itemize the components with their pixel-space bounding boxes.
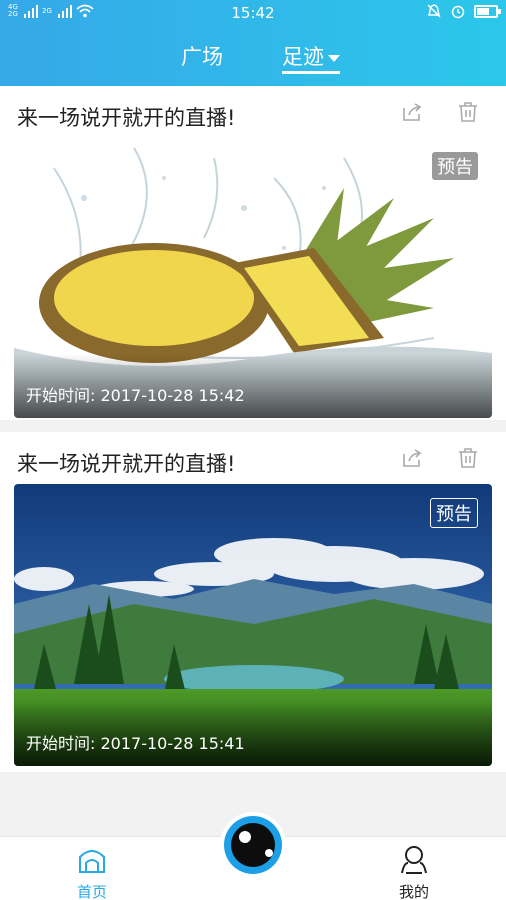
nav-mine[interactable]: 我的 [374, 845, 454, 900]
home-icon [79, 850, 105, 873]
start-time-label: 开始时间: 2017-10-28 15:41 [26, 734, 245, 753]
trash-icon[interactable] [456, 446, 480, 470]
share-icon[interactable] [400, 100, 424, 124]
profile-icon [401, 846, 427, 874]
share-icon[interactable] [400, 446, 424, 470]
status-icons [426, 3, 501, 19]
tab-plaza[interactable]: 广场 [181, 42, 223, 74]
nav-home[interactable]: 首页 [52, 845, 132, 900]
chevron-down-icon[interactable] [328, 54, 340, 62]
trash-icon[interactable] [456, 100, 480, 124]
status-bar: 4G 2G 2G 15:42 [0, 0, 506, 26]
start-time-label: 开始时间: 2017-10-28 15:42 [26, 386, 245, 405]
mute-bell-icon [427, 4, 441, 18]
card-title: 来一场说开就开的直播! [17, 452, 236, 476]
nav-mine-label: 我的 [398, 883, 429, 900]
tab-footprint-label: 足迹 [282, 45, 324, 69]
landscape-image[interactable]: 预告 开始时间: 2017-10-28 15:41 [14, 484, 492, 766]
pineapple-image[interactable]: 预告 开始时间: 2017-10-28 15:42 [14, 138, 492, 418]
status-badge: 预告 [430, 498, 478, 528]
nav-home-label: 首页 [76, 883, 107, 900]
live-camera-button[interactable] [220, 812, 286, 878]
battery-icon [474, 4, 501, 18]
card-title: 来一场说开就开的直播! [17, 106, 236, 130]
eye-icon [224, 816, 282, 874]
status-badge: 预告 [432, 152, 478, 180]
alarm-icon [451, 5, 465, 19]
live-card[interactable]: 来一场说开就开的直播! [0, 86, 506, 420]
top-tabs: 广场 足迹 [0, 42, 506, 78]
header-bar: 4G 2G 2G 15:42 广场 足迹 [0, 0, 506, 86]
tab-footprint[interactable]: 足迹 [282, 42, 340, 74]
live-card[interactable]: 来一场说开就开的直播! [0, 432, 506, 772]
